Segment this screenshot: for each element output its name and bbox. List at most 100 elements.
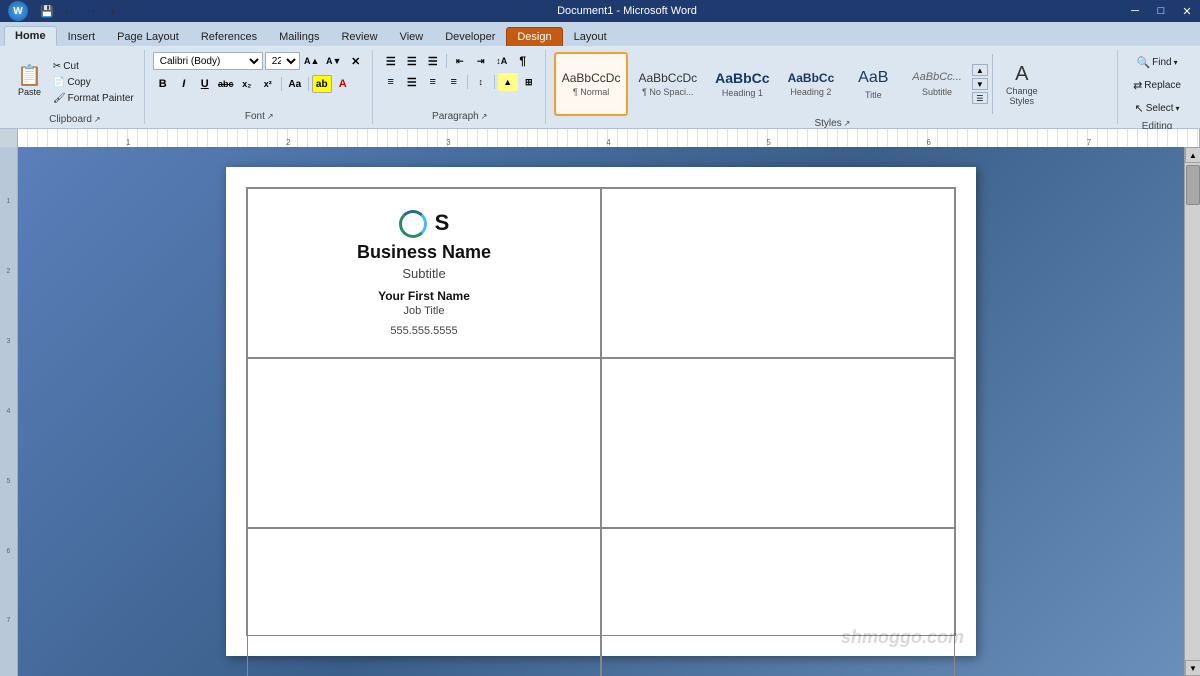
ribbon: Home Insert Page Layout References Maili… <box>0 22 1200 129</box>
scroll-thumb[interactable] <box>1186 165 1200 205</box>
styles-scroll-up[interactable]: ▲ <box>972 64 988 76</box>
format-painter-button[interactable]: 🖌 Format Painter <box>49 91 138 106</box>
window-controls: ─ □ ✕ <box>1122 0 1200 22</box>
card-cell-2-1[interactable] <box>247 358 601 528</box>
select-dropdown-icon[interactable]: ▾ <box>1176 104 1180 113</box>
tab-developer[interactable]: Developer <box>434 27 506 46</box>
font-color-button[interactable]: A <box>333 75 353 93</box>
minimize-button[interactable]: ─ <box>1122 0 1148 22</box>
para-row-2: ≡ ☰ ≡ ≡ ↕ ▲ ⊞ <box>381 73 539 91</box>
styles-scroll-more[interactable]: ☰ <box>972 92 988 104</box>
tab-review[interactable]: Review <box>330 27 388 46</box>
card-cell-1-1[interactable]: S Business Name Subtitle Your First Name… <box>247 188 601 358</box>
bullets-button[interactable]: ☰ <box>381 52 401 70</box>
subscript-button[interactable]: x₂ <box>237 75 257 93</box>
document-area[interactable]: S Business Name Subtitle Your First Name… <box>18 147 1184 676</box>
find-dropdown-icon[interactable]: ▾ <box>1174 58 1178 67</box>
copy-button[interactable]: 📄 Copy <box>49 75 138 90</box>
font-name-select[interactable]: Calibri (Body) <box>153 52 263 70</box>
clear-format-button[interactable]: ✕ <box>346 52 366 70</box>
tab-page-layout[interactable]: Page Layout <box>106 27 190 46</box>
undo-quick-btn[interactable]: ↩ <box>60 2 78 20</box>
multilevel-button[interactable]: ☰ <box>423 52 443 70</box>
cut-button[interactable]: ✂ Cut <box>49 59 138 74</box>
style-subtitle[interactable]: AaBbCc... Subtitle <box>904 52 970 116</box>
para-row-1: ☰ ☰ ☰ ⇤ ⇥ ↕A ¶ <box>381 52 533 70</box>
align-right-button[interactable]: ≡ <box>423 73 443 91</box>
font-expand-icon[interactable]: ↗ <box>267 112 274 121</box>
bold-button[interactable]: B <box>153 75 173 93</box>
tab-design[interactable]: Design <box>506 27 562 46</box>
style-heading1-label: Heading 1 <box>722 88 763 98</box>
select-icon: ↖ <box>1135 102 1144 115</box>
numbering-button[interactable]: ☰ <box>402 52 422 70</box>
horizontal-ruler[interactable]: 1 2 3 4 5 6 7 <box>18 129 1200 147</box>
font-sep-1 <box>281 77 282 91</box>
scroll-up-button[interactable]: ▲ <box>1185 147 1200 163</box>
superscript-button[interactable]: x² <box>258 75 278 93</box>
shrink-font-button[interactable]: A▼ <box>324 52 344 70</box>
strikethrough-button[interactable]: abc <box>216 75 236 93</box>
card-cell-1-2[interactable] <box>601 188 955 358</box>
find-button[interactable]: 🔍 Find ▾ <box>1129 52 1184 73</box>
maximize-button[interactable]: □ <box>1148 0 1174 22</box>
underline-button[interactable]: U <box>195 75 215 93</box>
italic-button[interactable]: I <box>174 75 194 93</box>
tab-layout[interactable]: Layout <box>563 27 618 46</box>
style-heading1[interactable]: AaBbCc Heading 1 <box>707 52 777 116</box>
style-no-spacing[interactable]: AaBbCcDc ¶ No Spaci... <box>630 52 705 116</box>
change-styles-button[interactable]: A ChangeStyles <box>997 52 1047 116</box>
card-cell-3-2[interactable]: shmoggo.com <box>601 528 955 676</box>
decrease-indent-button[interactable]: ⇤ <box>450 52 470 70</box>
save-quick-btn[interactable]: 💾 <box>38 2 56 20</box>
paragraph-group: ☰ ☰ ☰ ⇤ ⇥ ↕A ¶ ≡ ☰ ≡ ≡ ↕ ▲ <box>375 50 546 124</box>
window-title: Document1 - Microsoft Word <box>132 5 1122 17</box>
para-sep-1 <box>446 54 447 68</box>
change-case-button[interactable]: Aa <box>285 75 305 93</box>
scroll-down-button[interactable]: ▼ <box>1185 660 1200 676</box>
clipboard-expand-icon[interactable]: ↗ <box>94 115 101 124</box>
line-spacing-button[interactable]: ↕ <box>471 73 491 91</box>
redo-quick-btn[interactable]: ↪ <box>82 2 100 20</box>
quick-access-toolbar: 💾 ↩ ↪ ▾ <box>34 0 126 22</box>
tab-insert[interactable]: Insert <box>57 27 107 46</box>
styles-expand-icon[interactable]: ↗ <box>844 119 851 128</box>
card-cell-2-2[interactable] <box>601 358 955 528</box>
paste-button[interactable]: 📋 Paste <box>12 52 47 112</box>
align-left-button[interactable]: ≡ <box>381 73 401 91</box>
clipboard-group-content: 📋 Paste ✂ Cut 📄 Copy 🖌 Format Painter <box>12 52 138 112</box>
center-button[interactable]: ☰ <box>402 73 422 91</box>
replace-button[interactable]: ⇄ Replace <box>1126 75 1188 96</box>
show-hide-button[interactable]: ¶ <box>513 52 533 70</box>
tab-home[interactable]: Home <box>4 26 57 46</box>
office-button[interactable]: W <box>8 1 28 21</box>
style-title[interactable]: AaB Title <box>844 52 902 116</box>
highlight-button[interactable]: ab <box>312 75 332 93</box>
card-your-name: Your First Name <box>378 289 470 303</box>
justify-button[interactable]: ≡ <box>444 73 464 91</box>
styles-group: AaBbCcDc ¶ Normal AaBbCcDc ¶ No Spaci...… <box>548 50 1118 124</box>
tab-references[interactable]: References <box>190 27 268 46</box>
style-heading2-label: Heading 2 <box>790 87 831 97</box>
tab-view[interactable]: View <box>389 27 435 46</box>
card-cell-3-1[interactable] <box>247 528 601 676</box>
font-group-label: Font ↗ <box>153 111 366 124</box>
select-button[interactable]: ↖ Select ▾ <box>1128 98 1187 119</box>
grow-font-button[interactable]: A▲ <box>302 52 322 70</box>
qa-dropdown-btn[interactable]: ▾ <box>104 2 122 20</box>
shading-button[interactable]: ▲ <box>498 73 518 91</box>
font-size-select[interactable]: 22 <box>265 52 300 70</box>
tab-mailings[interactable]: Mailings <box>268 27 330 46</box>
sort-button[interactable]: ↕A <box>492 52 512 70</box>
style-heading2-preview: AaBbCc <box>788 71 835 85</box>
increase-indent-button[interactable]: ⇥ <box>471 52 491 70</box>
paragraph-expand-icon[interactable]: ↗ <box>481 112 488 121</box>
borders-button[interactable]: ⊞ <box>519 73 539 91</box>
scroll-track[interactable] <box>1185 163 1200 660</box>
para-sep-3 <box>494 75 495 89</box>
close-button[interactable]: ✕ <box>1174 0 1200 22</box>
vertical-scrollbar[interactable]: ▲ ▼ <box>1184 147 1200 676</box>
styles-scroll-down[interactable]: ▼ <box>972 78 988 90</box>
style-normal[interactable]: AaBbCcDc ¶ Normal <box>554 52 629 116</box>
style-heading2[interactable]: AaBbCc Heading 2 <box>780 52 843 116</box>
